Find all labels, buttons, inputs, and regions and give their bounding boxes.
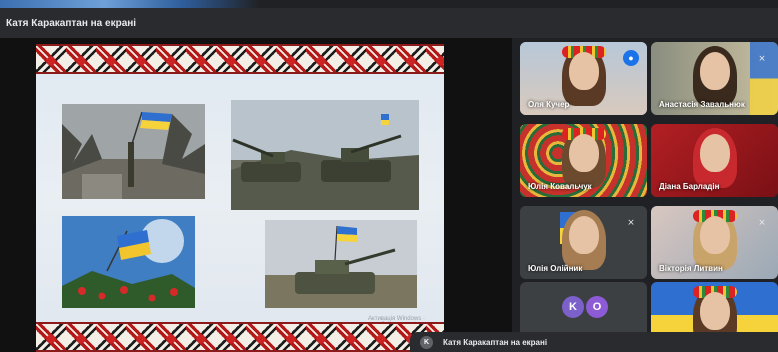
- mic-off-icon: ⨯: [627, 216, 635, 227]
- slide-photo-tank-flag: [265, 220, 417, 308]
- participant-tile[interactable]: ⨯ Анастасія Завальнюк: [651, 42, 778, 115]
- slide-photo-soldier-flag: [62, 104, 205, 199]
- presenter-caption: Катя Каракаптан на екрані: [443, 337, 548, 347]
- mic-off-icon: ⨯: [758, 216, 766, 227]
- participant-name: Оля Кучер: [528, 100, 570, 109]
- avatar: K: [420, 335, 433, 349]
- embroidery-border-top: [36, 44, 444, 74]
- shared-screen: Активація Windows · перейдіть у розділ: [0, 38, 512, 352]
- participant-face: [568, 134, 599, 172]
- presenter-caption: Катя Каракаптан на екрані: [6, 17, 137, 29]
- participant-face: [699, 52, 730, 90]
- avatar: O: [586, 296, 608, 318]
- participants-grid: ● Оля Кучер ⨯ Анастасія Завальнюк Юлія К…: [520, 42, 778, 352]
- participant-face: [699, 134, 730, 172]
- mic-active-icon: ●: [623, 50, 639, 66]
- secondary-window-titlebar: K Катя Каракаптан на екрані: [410, 332, 778, 352]
- participant-name: Юлія Ковальчук: [528, 182, 592, 191]
- participant-tile[interactable]: Юлія Ковальчук: [520, 124, 647, 197]
- participant-face: [699, 216, 730, 254]
- participant-name: Діана Барладін: [659, 182, 720, 191]
- presentation-slide: Активація Windows · перейдіть у розділ: [36, 44, 444, 352]
- participant-name: Анастасія Завальнюк: [659, 100, 745, 109]
- participant-tile[interactable]: ● Оля Кучер: [520, 42, 647, 115]
- embroidery-border-bottom: [36, 322, 444, 352]
- slide-photo-flag-flowers: [62, 216, 195, 308]
- participant-face: [568, 216, 599, 254]
- participant-tile[interactable]: Діана Барладін: [651, 124, 778, 197]
- mic-off-icon: ⨯: [758, 52, 766, 63]
- participant-name: Вікторія Литвин: [659, 264, 723, 273]
- participant-face: [568, 52, 599, 90]
- slide-photo-tanks: [231, 100, 419, 210]
- participant-name: Юлія Олійник: [528, 264, 583, 273]
- presentation-window-title: Катя Каракаптан на екрані: [0, 8, 778, 38]
- participant-face: [699, 292, 730, 330]
- background-decoration: [0, 0, 260, 8]
- participant-tile[interactable]: ⨯ Юлія Олійник: [520, 206, 647, 279]
- avatar: K: [562, 296, 584, 318]
- participant-tile[interactable]: ⨯ Вікторія Литвин: [651, 206, 778, 279]
